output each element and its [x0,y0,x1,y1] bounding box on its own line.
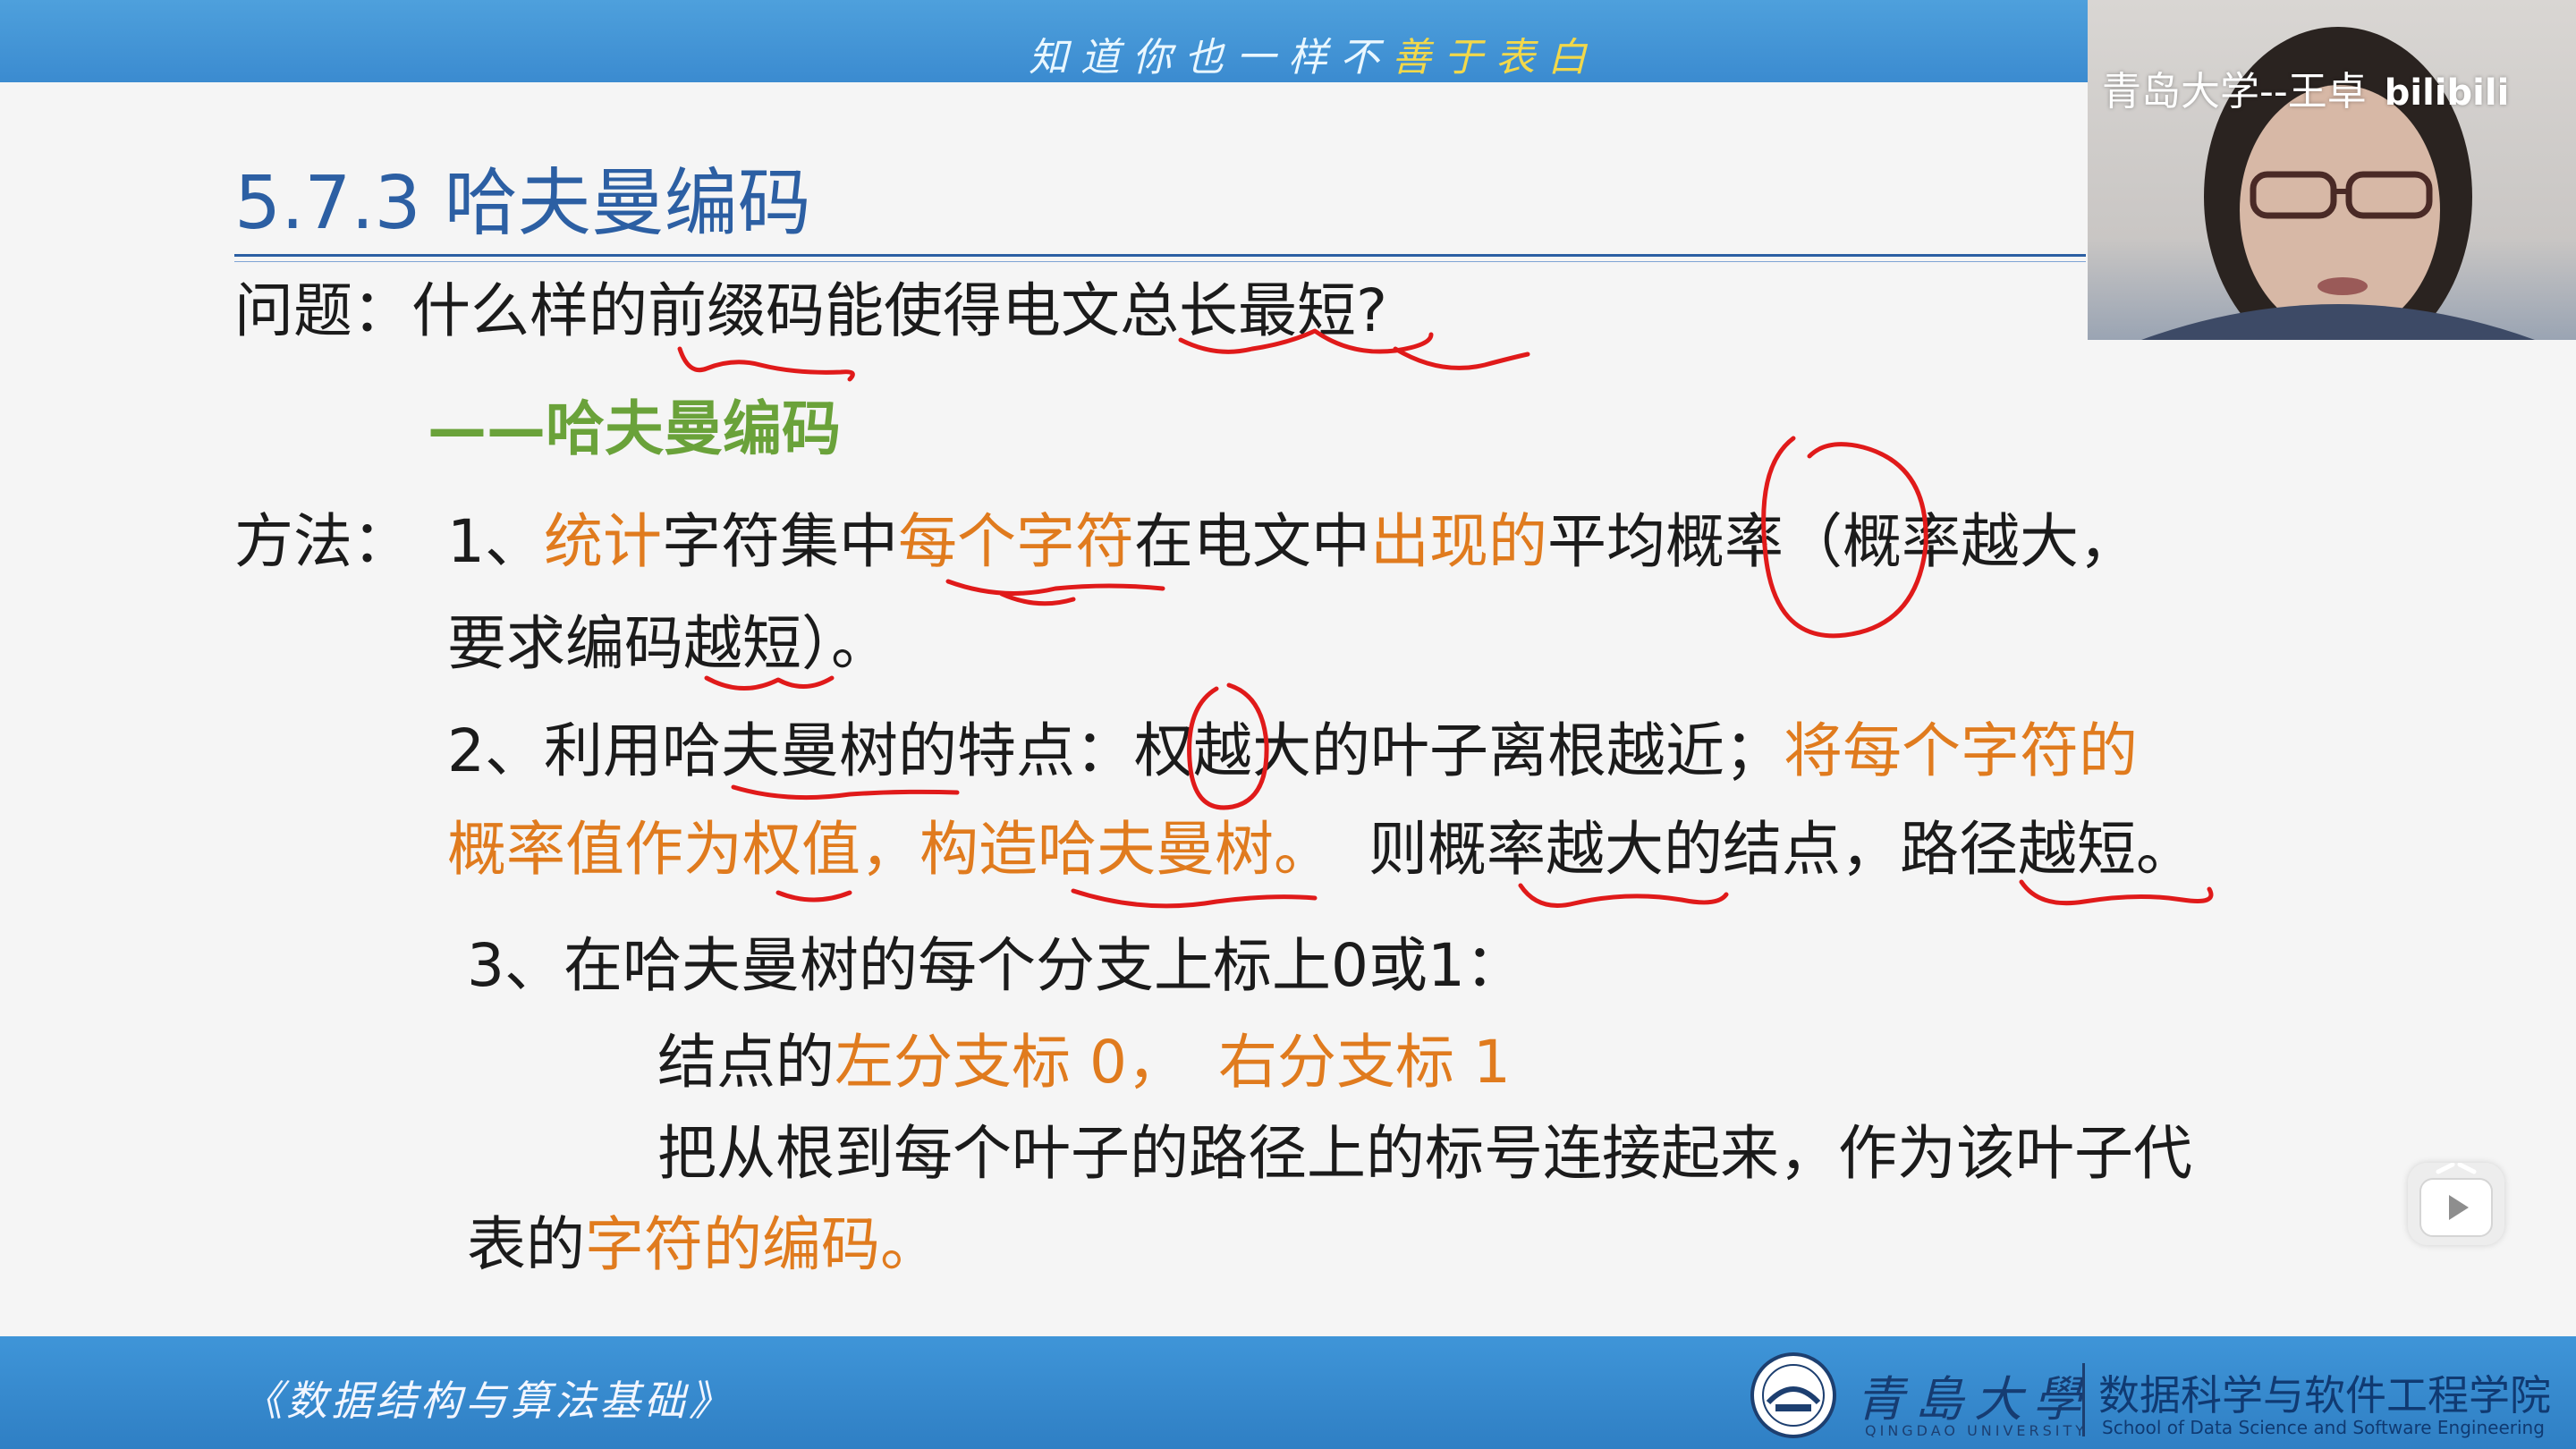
presenter-webcam [2088,0,2576,340]
play-icon [2419,1162,2493,1237]
university-name-en: QINGDAO UNIVERSITY [1865,1422,2089,1439]
footer-divider [2082,1363,2085,1436]
step1-line2: 要求编码越短）。 [447,609,890,678]
step2-plain-2: 则概率越大的结点，路径越短。 [1368,815,2195,884]
step2-orange: 将每个字符的 [1784,716,2138,785]
step2-orange-2: 概率值作为权值，构造哈夫曼树。 [447,815,1333,884]
slide-title: 5.7.3 哈夫曼编码 [234,161,811,246]
step1-highlight-tongji: 统计 [544,507,662,576]
presenter-avatar [2141,27,2535,340]
step3-line4: 表的字符的编码。 [467,1209,939,1280]
step3-plain: 结点的 [657,1028,835,1097]
step3-char-code: 字符的编码。 [585,1210,939,1279]
header-slogan: 知道你也一样不善于表白 [1029,25,1599,82]
step3-line3: 把从根到每个叶子的路径上的标号连接起来，作为该叶子代 [657,1119,2192,1188]
question-text: 什么样的前缀码能使得电文总长最短? [411,276,1388,345]
step3-line1: 3、在哈夫曼树的每个分支上标上0或1： [467,931,1524,1000]
step2-line2: 概率值作为权值，构造哈夫曼树。 则概率越大的结点，路径越短。 [447,814,2195,885]
school-name-cn: 数据科学与软件工程学院 [2098,1371,2551,1419]
university-name: 青島大學 [1856,1371,2092,1428]
step1-plain-b: 在电文中 [1134,507,1370,576]
step3-right-branch: 右分支标 1 [1217,1028,1511,1097]
step2-line1: 2、利用哈夫曼树的特点：权越大的叶子离根越近；将每个字符的 [447,716,2138,786]
course-title: 《数据结构与算法基础》 [242,1377,733,1425]
step1-highlight-each-char: 每个字符 [898,507,1134,576]
title-divider-thin [234,261,2086,262]
title-divider [234,254,2086,257]
step3-left-branch: 左分支标 0， [835,1028,1186,1097]
question-label: 问题： [234,276,411,345]
webcam-label: 青岛大学--王卓 bilibili [2102,59,2509,116]
presenter-name: 青岛大学--王卓 [2102,69,2367,114]
method-label: 方法： [234,507,411,576]
slogan-part1: 知道你也一样不 [1029,35,1392,80]
university-emblem-icon [1750,1352,1836,1438]
step1-num: 1、 [447,507,544,576]
answer-line: ——哈夫曼编码 [428,394,841,463]
play-button[interactable] [2408,1162,2504,1245]
step1-plain-c: 平均概率（概率越大， [1547,507,2138,576]
step1-plain-a: 字符集中 [662,507,898,576]
step2-plain: 2、利用哈夫曼树的特点：权越大的叶子离根越近； [447,716,1784,785]
step3-plain-4: 表的 [467,1210,585,1279]
step1-line1: 1、统计字符集中每个字符在电文中出现的平均概率（概率越大， [447,506,2138,577]
bilibili-logo: bilibili [2384,72,2510,114]
question-line: 问题：什么样的前缀码能使得电文总长最短? [234,275,1387,346]
step1-highlight-appear: 出现的 [1370,507,1547,576]
step3-line2: 结点的左分支标 0， 右分支标 1 [657,1027,1511,1097]
school-name-en: School of Data Science and Software Engi… [2102,1417,2545,1438]
slogan-part2: 善于表白 [1392,35,1599,80]
